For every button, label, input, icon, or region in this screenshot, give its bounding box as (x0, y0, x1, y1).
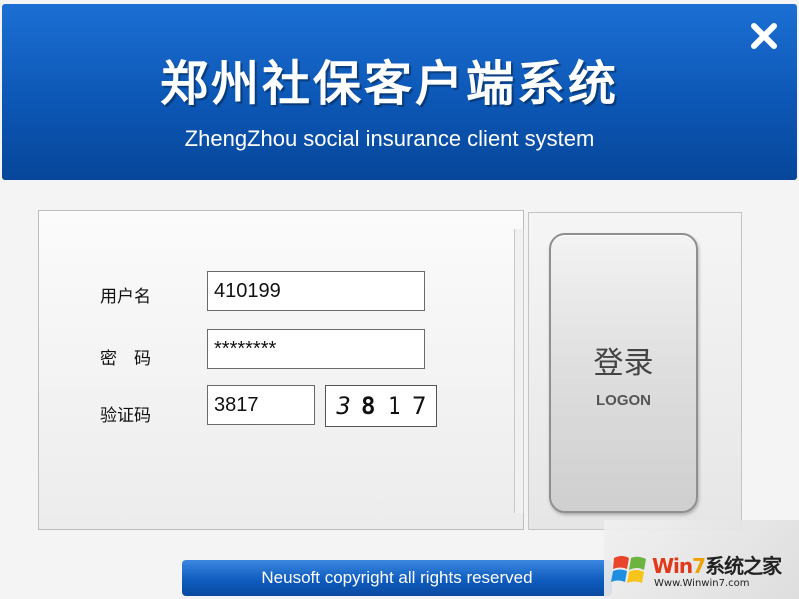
panel-notch (514, 229, 524, 513)
logon-label-en: LOGON (596, 391, 651, 409)
watermark-brand-seven: 7 (692, 554, 706, 578)
captcha-label: 验证码 (100, 406, 151, 426)
logon-label-cn: 登录 (593, 345, 654, 381)
header-banner: 郑州社保客户端系统 ZhengZhou social insurance cli… (2, 4, 797, 180)
watermark: Win7系统之家 Www.Winwin7.com (604, 520, 799, 599)
close-icon (751, 23, 777, 49)
captcha-char: 7 (412, 392, 427, 420)
captcha-char: 3 (333, 392, 353, 420)
login-form-panel (38, 210, 524, 530)
password-input[interactable] (207, 329, 425, 369)
captcha-input[interactable] (207, 385, 315, 425)
app-subtitle: ZhengZhou social insurance client system (184, 126, 595, 151)
watermark-url: Www.Winwin7.com (654, 578, 750, 589)
username-label: 用户名 (100, 287, 151, 307)
watermark-brand-win: Win (652, 554, 693, 578)
logon-button[interactable]: 登录 LOGON (549, 233, 698, 513)
watermark-brand: Win7系统之家 (652, 550, 782, 579)
captcha-char: 1 (387, 392, 400, 420)
windows-logo-icon (611, 556, 646, 583)
copyright-footer: Neusoft copyright all rights reserved (182, 560, 612, 596)
username-input[interactable] (207, 271, 425, 311)
close-button[interactable] (746, 18, 782, 54)
watermark-brand-cn: 系统之家 (705, 554, 782, 578)
captcha-image[interactable]: 3 8 1 7 (325, 385, 437, 427)
app-title: 郑州社保客户端系统 (159, 56, 619, 112)
captcha-char: 8 (361, 392, 376, 420)
password-label: 密 码 (100, 349, 151, 369)
